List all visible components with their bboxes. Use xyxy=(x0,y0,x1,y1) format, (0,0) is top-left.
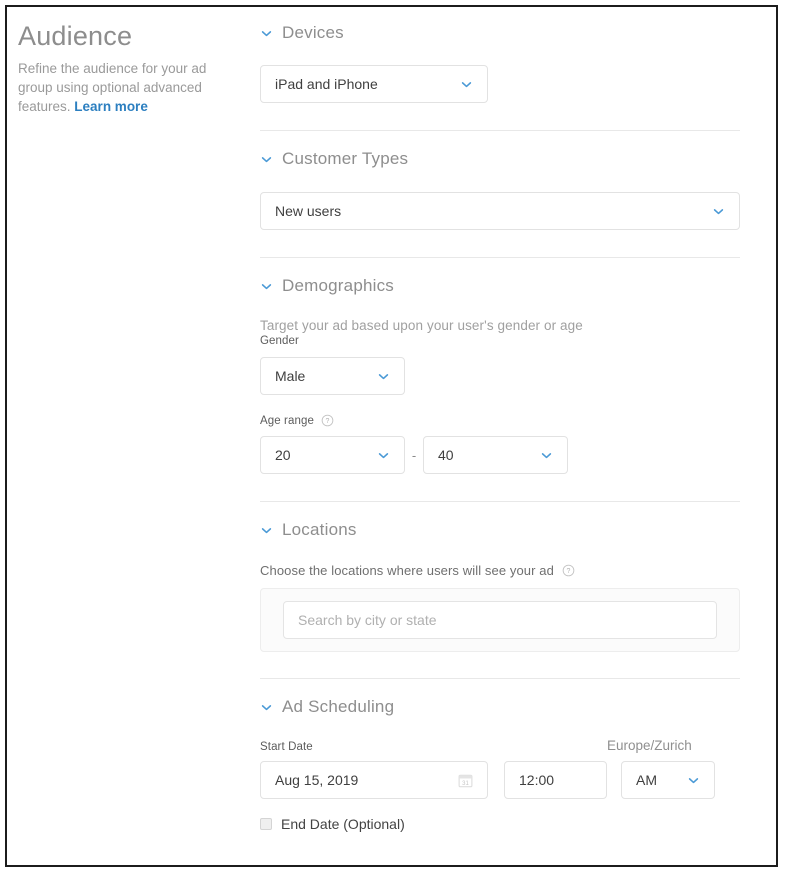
divider xyxy=(260,501,740,502)
panel-intro-column: Audience Refine the audience for your ad… xyxy=(7,7,253,865)
chevron-down-icon xyxy=(541,452,552,458)
audience-settings-panel: Audience Refine the audience for your ad… xyxy=(5,5,778,867)
section-header-ad-scheduling[interactable]: Ad Scheduling xyxy=(260,695,776,719)
gender-select-value: Male xyxy=(275,368,306,384)
start-date-value: Aug 15, 2019 xyxy=(275,772,359,788)
section-header-locations[interactable]: Locations xyxy=(260,518,776,542)
section-ad-scheduling: Ad Scheduling xyxy=(253,695,776,719)
divider xyxy=(260,130,740,131)
page-title: Audience xyxy=(18,21,133,51)
divider xyxy=(260,678,740,679)
gender-select[interactable]: Male xyxy=(260,357,405,395)
help-circle-icon[interactable]: ? xyxy=(321,414,334,427)
learn-more-link[interactable]: Learn more xyxy=(74,99,148,114)
section-devices: Devices xyxy=(253,21,776,45)
age-range-row: 20 - 40 xyxy=(260,436,776,474)
locations-search-input[interactable]: Search by city or state xyxy=(283,601,717,639)
devices-select[interactable]: iPad and iPhone xyxy=(260,65,488,103)
locations-description-row: Choose the locations where users will se… xyxy=(260,563,776,578)
section-title-devices: Devices xyxy=(282,23,344,42)
chevron-down-icon xyxy=(378,452,389,458)
svg-text:?: ? xyxy=(326,418,330,425)
section-demographics: Demographics xyxy=(253,274,776,298)
section-customer-types: Customer Types xyxy=(253,147,776,171)
start-time-value: 12:00 xyxy=(519,772,555,788)
chevron-down-icon xyxy=(261,527,272,533)
end-date-checkbox[interactable] xyxy=(260,818,272,830)
chevron-down-icon xyxy=(713,208,724,214)
start-date-label: Start Date xyxy=(260,741,313,753)
section-header-customer-types[interactable]: Customer Types xyxy=(260,147,776,171)
section-header-devices[interactable]: Devices xyxy=(260,21,776,45)
schedule-fields-row: Aug 15, 2019 31 12:00 AM xyxy=(260,761,776,799)
customer-types-select-value: New users xyxy=(275,203,342,219)
start-time-input[interactable]: 12:00 xyxy=(504,761,607,799)
calendar-icon[interactable]: 31 xyxy=(458,773,473,788)
age-max-select[interactable]: 40 xyxy=(423,436,568,474)
end-date-label: End Date (Optional) xyxy=(281,816,405,832)
chevron-down-icon xyxy=(261,283,272,289)
age-min-select[interactable]: 20 xyxy=(260,436,405,474)
svg-text:31: 31 xyxy=(462,780,469,786)
section-title-ad-scheduling: Ad Scheduling xyxy=(282,697,395,716)
settings-column: Devices iPad and iPhone Customer Types N… xyxy=(253,7,776,865)
section-title-customer-types: Customer Types xyxy=(282,149,409,168)
start-date-input[interactable]: Aug 15, 2019 31 xyxy=(260,761,488,799)
age-range-label-row: Age range ? xyxy=(260,414,776,427)
divider xyxy=(260,257,740,258)
chevron-down-icon xyxy=(261,156,272,162)
age-max-value: 40 xyxy=(438,447,454,463)
svg-text:?: ? xyxy=(567,568,571,575)
end-date-row: End Date (Optional) xyxy=(260,816,776,832)
locations-description: Choose the locations where users will se… xyxy=(260,563,554,578)
page-description: Refine the audience for your ad group us… xyxy=(18,59,210,116)
age-range-separator: - xyxy=(411,447,417,463)
schedule-labels-row: Start Date Europe/Zurich xyxy=(260,738,776,753)
section-title-demographics: Demographics xyxy=(282,276,395,295)
locations-search-placeholder: Search by city or state xyxy=(298,612,437,628)
chevron-down-icon xyxy=(461,81,472,87)
chevron-down-icon xyxy=(378,373,389,379)
help-circle-icon[interactable]: ? xyxy=(562,564,575,577)
chevron-down-icon xyxy=(261,30,272,36)
meridiem-select[interactable]: AM xyxy=(621,761,715,799)
section-locations: Locations xyxy=(253,518,776,542)
age-range-label: Age range xyxy=(260,414,314,427)
demographics-description: Target your ad based upon your user's ge… xyxy=(260,318,583,333)
meridiem-value: AM xyxy=(636,772,657,788)
section-title-locations: Locations xyxy=(282,520,357,539)
chevron-down-icon xyxy=(688,777,699,783)
timezone-label: Europe/Zurich xyxy=(607,738,692,753)
section-header-demographics[interactable]: Demographics xyxy=(260,274,776,298)
gender-label: Gender xyxy=(260,335,299,347)
age-min-value: 20 xyxy=(275,447,291,463)
devices-select-value: iPad and iPhone xyxy=(275,76,378,92)
customer-types-select[interactable]: New users xyxy=(260,192,740,230)
locations-search-container: Search by city or state xyxy=(260,588,740,652)
chevron-down-icon xyxy=(261,704,272,710)
